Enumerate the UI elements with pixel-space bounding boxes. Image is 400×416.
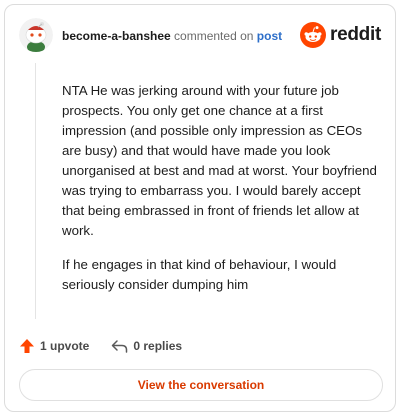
comment-header: become-a-banshee commented on post reddi…: [5, 5, 395, 65]
comment-paragraph-2: If he engages in that kind of behaviour,…: [62, 257, 337, 292]
comment-meta: become-a-banshee commented on post: [62, 29, 282, 43]
upvote-arrow-icon: [20, 339, 34, 353]
upvote-count: 1 upvote: [40, 339, 90, 353]
reddit-snoo-icon: [300, 22, 327, 48]
reddit-logo[interactable]: reddit: [300, 22, 381, 48]
reddit-wordmark: reddit: [330, 24, 381, 45]
reply-arrow-icon: [112, 340, 128, 353]
post-link[interactable]: post: [257, 29, 282, 43]
view-conversation-button[interactable]: View the conversation: [19, 369, 383, 401]
upvote-button[interactable]: 1 upvote: [19, 338, 89, 354]
comment-card: become-a-banshee commented on post reddi…: [4, 4, 396, 412]
snoo-avatar-icon: [19, 18, 53, 52]
commented-on-text: commented on: [174, 29, 254, 43]
comment-paragraph-1: NTA He was jerking around with your futu…: [62, 83, 377, 238]
reply-count: 0 replies: [133, 339, 183, 353]
user-avatar[interactable]: [19, 18, 53, 52]
thread-line: [35, 63, 36, 319]
replies-button[interactable]: 0 replies: [111, 338, 182, 354]
username-link[interactable]: become-a-banshee: [62, 29, 171, 43]
comment-body: NTA He was jerking around with your futu…: [62, 81, 380, 309]
comment-actions: 1 upvote 0 replies: [19, 335, 204, 357]
